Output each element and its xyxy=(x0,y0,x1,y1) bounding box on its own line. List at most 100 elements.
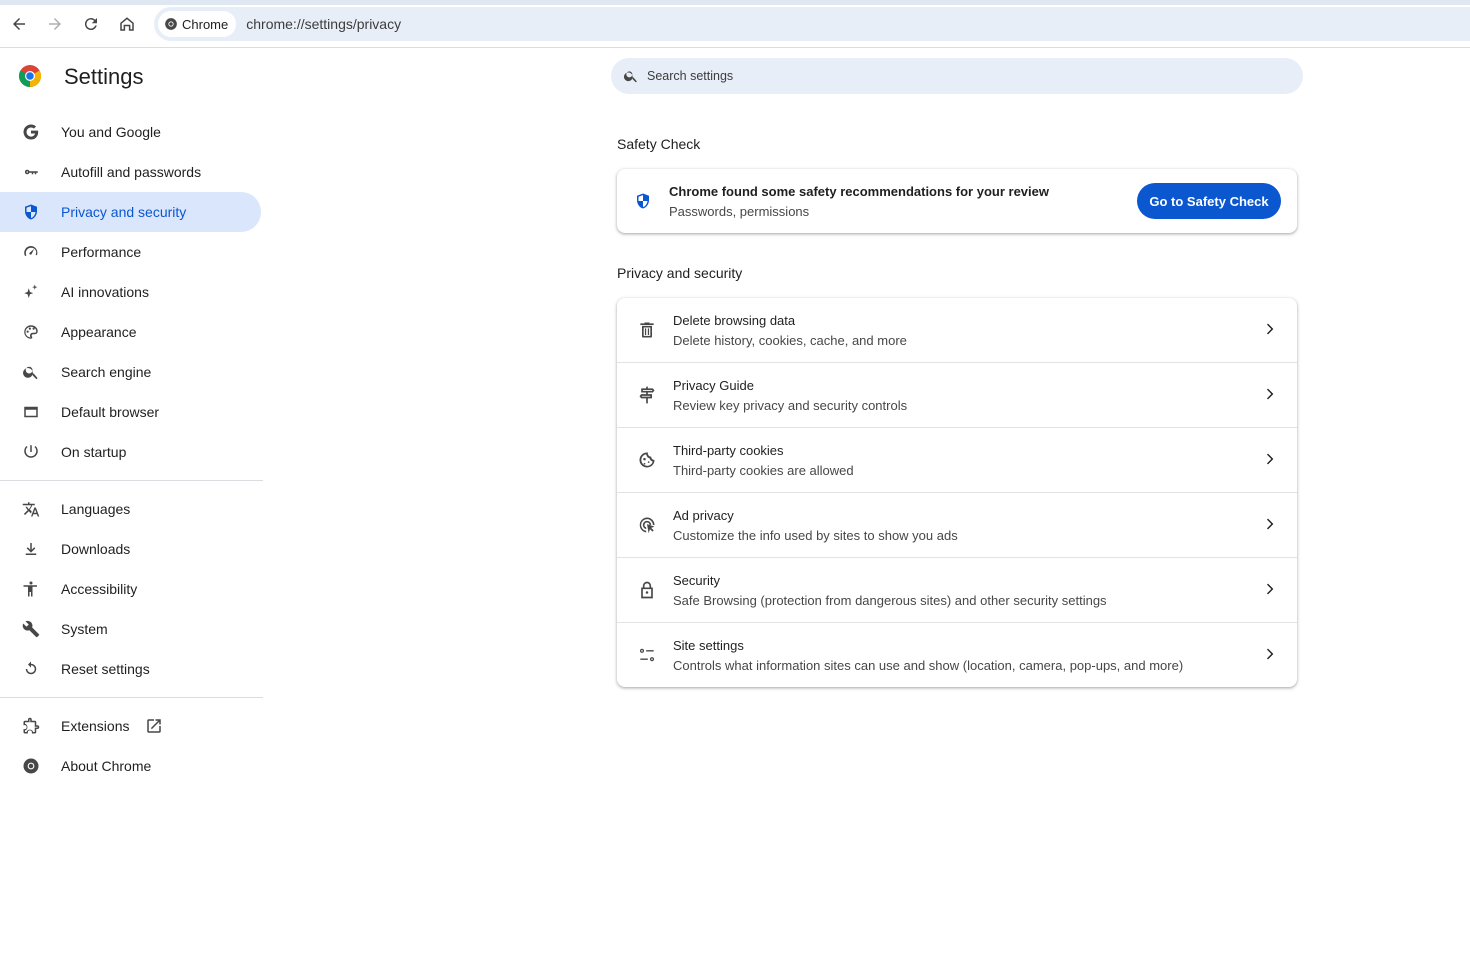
sidebar-item-label: System xyxy=(61,621,108,637)
row-title: Ad privacy xyxy=(673,508,734,523)
chrome-icon xyxy=(21,756,41,776)
sidebar-divider xyxy=(0,480,263,481)
sidebar-item-default-browser[interactable]: Default browser xyxy=(0,392,261,432)
cookie-icon xyxy=(637,450,657,470)
sidebar-item-label: Reset settings xyxy=(61,661,150,677)
sidebar-item-label: Downloads xyxy=(61,541,131,557)
safety-check-title: Chrome found some safety recommendations… xyxy=(669,184,1049,199)
row-ad-privacy[interactable]: Ad privacy Customize the info used by si… xyxy=(617,492,1297,557)
search-icon xyxy=(623,71,637,83)
forward-button[interactable] xyxy=(40,10,70,38)
shield-icon xyxy=(21,202,41,222)
sidebar-item-privacy-and-security[interactable]: Privacy and security xyxy=(0,192,261,232)
url-text[interactable]: chrome://settings/privacy xyxy=(246,16,401,32)
chrome-logo-icon xyxy=(19,65,41,87)
tab-strip-edge xyxy=(0,0,1470,5)
chevron-right-icon xyxy=(1267,453,1274,465)
sidebar-item-autofill[interactable]: Autofill and passwords xyxy=(0,152,261,192)
row-subtitle: Customize the info used by sites to show… xyxy=(673,528,958,543)
chevron-right-icon xyxy=(1267,518,1274,530)
row-delete-browsing-data[interactable]: Delete browsing data Delete history, coo… xyxy=(617,298,1297,362)
accessibility-icon xyxy=(21,579,41,599)
sidebar-item-label: Autofill and passwords xyxy=(61,164,202,180)
sidebar-item-label: Search engine xyxy=(61,364,152,380)
row-site-settings[interactable]: Site settings Controls what information … xyxy=(617,622,1297,687)
row-title: Security xyxy=(673,573,720,588)
home-icon xyxy=(120,17,134,31)
row-security[interactable]: Security Safe Browsing (protection from … xyxy=(617,557,1297,622)
chevron-right-icon xyxy=(1267,648,1274,660)
safety-check-card: Chrome found some safety recommendations… xyxy=(617,169,1297,233)
row-subtitle: Third-party cookies are allowed xyxy=(673,463,854,478)
sidebar-item-label: You and Google xyxy=(61,124,161,140)
sidebar-item-you-and-google[interactable]: You and Google xyxy=(0,112,261,152)
sidebar-item-label: AI innovations xyxy=(61,284,149,300)
address-bar[interactable]: Chrome chrome://settings/privacy xyxy=(154,7,1470,41)
sidebar-item-label: Appearance xyxy=(61,324,137,340)
search-input[interactable] xyxy=(647,69,1247,83)
browser-toolbar: Chrome chrome://settings/privacy xyxy=(0,0,1470,48)
site-info-label: Chrome xyxy=(182,16,229,32)
sidebar-item-performance[interactable]: Performance xyxy=(0,232,261,272)
sidebar-item-languages[interactable]: Languages xyxy=(0,489,261,529)
ad-privacy-icon xyxy=(637,515,657,535)
sidebar-item-label: Performance xyxy=(61,244,142,260)
shield-icon xyxy=(637,193,649,209)
sidebar-item-label: Extensions xyxy=(61,718,130,734)
row-title: Delete browsing data xyxy=(673,313,796,328)
privacy-settings-card: Delete browsing data Delete history, coo… xyxy=(617,298,1297,687)
sidebar-item-ai-innovations[interactable]: AI innovations xyxy=(0,272,261,312)
sparkle-icon xyxy=(21,282,41,302)
power-icon xyxy=(21,442,41,462)
sidebar-item-label: About Chrome xyxy=(61,758,152,774)
sidebar-item-accessibility[interactable]: Accessibility xyxy=(0,569,261,609)
google-g-icon xyxy=(21,122,41,142)
reload-button[interactable] xyxy=(76,10,106,38)
sidebar-item-about-chrome[interactable]: About Chrome xyxy=(0,746,261,786)
sidebar-divider xyxy=(0,697,263,698)
sidebar-item-on-startup[interactable]: On startup xyxy=(0,432,261,472)
sidebar-item-label: On startup xyxy=(61,444,127,460)
lock-icon xyxy=(637,580,657,600)
arrow-right-icon xyxy=(49,18,61,30)
open-in-new-icon xyxy=(147,719,161,733)
chevron-right-icon xyxy=(1267,388,1274,400)
row-title: Third-party cookies xyxy=(673,443,784,458)
speedometer-icon xyxy=(21,242,41,262)
settings-search[interactable] xyxy=(611,58,1303,94)
signpost-icon xyxy=(637,385,657,405)
arrow-left-icon xyxy=(13,18,25,30)
privacy-section-heading: Privacy and security xyxy=(617,265,743,281)
site-info-chip[interactable]: Chrome xyxy=(158,11,237,37)
sidebar-item-label: Accessibility xyxy=(61,581,138,597)
sidebar-item-appearance[interactable]: Appearance xyxy=(0,312,261,352)
tune-icon xyxy=(637,645,657,665)
row-third-party-cookies[interactable]: Third-party cookies Third-party cookies … xyxy=(617,427,1297,492)
go-to-safety-check-button[interactable]: Go to Safety Check xyxy=(1137,183,1281,219)
chevron-right-icon xyxy=(1267,323,1274,335)
row-subtitle: Controls what information sites can use … xyxy=(673,658,1184,673)
safety-check-heading: Safety Check xyxy=(617,136,701,152)
sidebar-item-search-engine[interactable]: Search engine xyxy=(0,352,261,392)
key-icon xyxy=(21,162,41,182)
row-subtitle: Safe Browsing (protection from dangerous… xyxy=(673,593,1107,608)
palette-icon xyxy=(21,322,41,342)
safety-check-subtitle: Passwords, permissions xyxy=(669,204,810,219)
wrench-icon xyxy=(21,619,41,639)
sidebar-item-reset-settings[interactable]: Reset settings xyxy=(0,649,261,689)
row-subtitle: Review key privacy and security controls xyxy=(673,398,908,413)
download-icon xyxy=(21,539,41,559)
reload-icon xyxy=(84,18,97,31)
sidebar-nav: You and Google Autofill and passwords Pr… xyxy=(0,112,263,786)
page-title: Settings xyxy=(64,64,144,89)
back-button[interactable] xyxy=(4,10,34,38)
sidebar-item-system[interactable]: System xyxy=(0,609,261,649)
row-title: Site settings xyxy=(673,638,744,653)
trash-icon xyxy=(637,320,657,340)
sidebar-item-extensions[interactable]: Extensions xyxy=(0,706,261,746)
home-button[interactable] xyxy=(112,10,142,38)
sidebar-item-downloads[interactable]: Downloads xyxy=(0,529,261,569)
puzzle-icon xyxy=(21,716,41,736)
row-privacy-guide[interactable]: Privacy Guide Review key privacy and sec… xyxy=(617,362,1297,427)
reset-icon xyxy=(21,659,41,679)
